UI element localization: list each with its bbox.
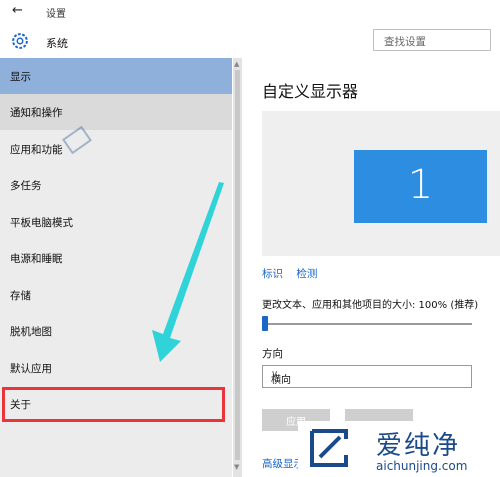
- scroll-down-icon[interactable]: ▼: [234, 463, 239, 471]
- sidebar-item-label: 显示: [10, 71, 31, 83]
- sidebar-item-default-apps[interactable]: 默认应用: [0, 350, 232, 386]
- watermark-logo: 爱纯净 aichunjing.com: [298, 421, 500, 477]
- gear-icon: [12, 33, 28, 49]
- sidebar-item-multitasking[interactable]: 多任务: [0, 167, 232, 203]
- sidebar-item-label: 存储: [10, 290, 31, 302]
- detect-link[interactable]: 检测: [296, 268, 317, 280]
- annotation-highlight-box: [2, 387, 225, 422]
- back-arrow-icon[interactable]: ←: [12, 3, 23, 18]
- scale-slider-track[interactable]: [262, 323, 472, 325]
- orientation-select[interactable]: 横向 ∨: [262, 365, 472, 388]
- monitor-number: 1: [407, 162, 434, 208]
- title-bar: ← 设置: [0, 0, 500, 22]
- sidebar-scrollbar[interactable]: ▲ ▼: [233, 58, 242, 477]
- scale-label: 更改文本、应用和其他项目的大小: 100% (推荐): [262, 300, 479, 311]
- sidebar-item-label: 多任务: [10, 180, 42, 192]
- orientation-label: 方向: [262, 348, 283, 360]
- sidebar-item-label: 应用和功能: [10, 144, 63, 156]
- page-title: 自定义显示器: [262, 82, 359, 101]
- scroll-up-icon[interactable]: ▲: [234, 60, 239, 68]
- scrollbar-thumb[interactable]: [235, 70, 240, 460]
- display-links: 标识 检测: [262, 266, 327, 281]
- sidebar-item-label: 平板电脑模式: [10, 217, 73, 229]
- logo-domain-text: aichunjing.com: [376, 459, 468, 473]
- sidebar-item-label: 电源和睡眠: [10, 253, 63, 265]
- window-title: 设置: [46, 9, 66, 20]
- sidebar-item-offline-maps[interactable]: 脱机地图: [0, 313, 232, 349]
- section-title: 系统: [46, 37, 68, 50]
- sidebar-item-label: 默认应用: [10, 363, 52, 375]
- watermark-logo-faint: [62, 125, 92, 155]
- search-placeholder: 查找设置: [384, 36, 426, 48]
- logo-mark-icon: [310, 429, 348, 467]
- monitor-tile[interactable]: 1: [354, 150, 487, 223]
- sidebar-item-label: 通知和操作: [10, 107, 63, 119]
- identify-link[interactable]: 标识: [262, 268, 283, 280]
- sidebar-item-storage[interactable]: 存储: [0, 277, 232, 313]
- sidebar-item-power[interactable]: 电源和睡眠: [0, 240, 232, 276]
- sidebar-item-label: 脱机地图: [10, 326, 52, 338]
- search-input[interactable]: 查找设置: [373, 29, 491, 51]
- chevron-down-icon: ∨: [271, 369, 279, 380]
- sidebar-item-tablet-mode[interactable]: 平板电脑模式: [0, 204, 232, 240]
- scale-slider-thumb[interactable]: [262, 316, 268, 331]
- logo-chinese-text: 爱纯净: [376, 431, 461, 461]
